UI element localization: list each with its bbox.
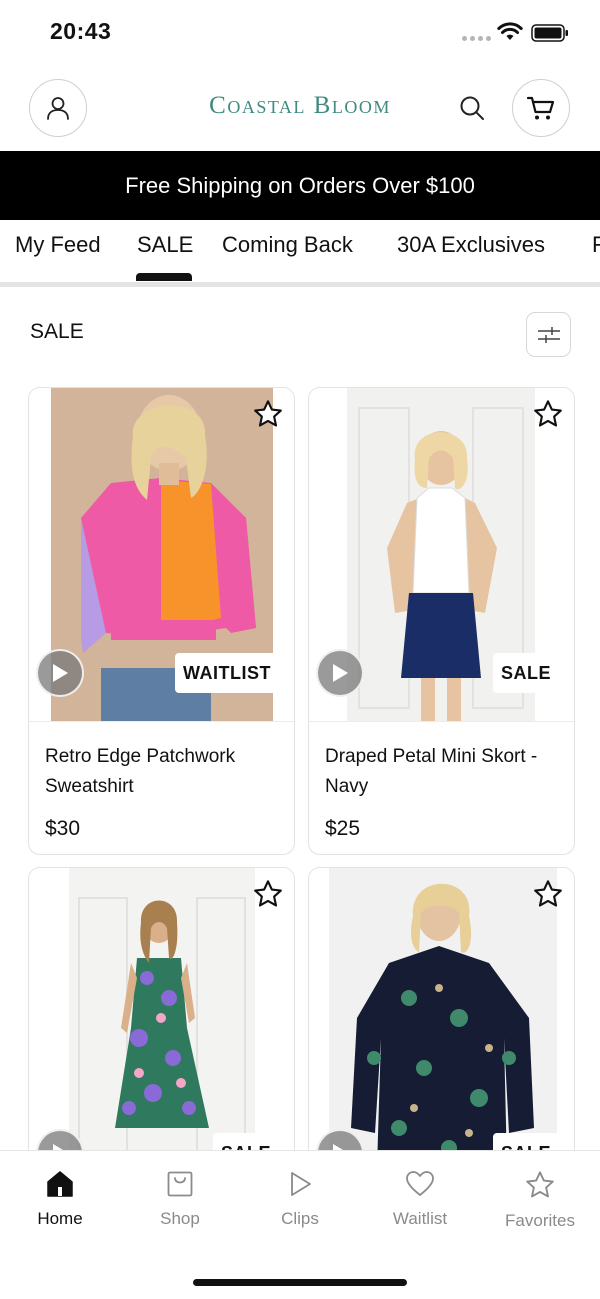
search-icon xyxy=(460,96,484,120)
filter-button[interactable] xyxy=(526,312,571,357)
nav-shop[interactable]: Shop xyxy=(120,1169,240,1229)
product-card[interactable]: WAITLIST Retro Edge Patchwork Sweatshirt… xyxy=(28,387,295,855)
home-indicator[interactable] xyxy=(193,1279,407,1286)
nav-favorites[interactable]: Favorites xyxy=(480,1169,600,1231)
nav-waitlist[interactable]: Waitlist xyxy=(360,1169,480,1229)
favorite-star-button[interactable] xyxy=(531,397,565,431)
nav-clips-label: Clips xyxy=(281,1209,319,1228)
app-header: Coastal Bloom xyxy=(0,66,600,151)
tab-30a-exclusives[interactable]: 30A Exclusives xyxy=(397,232,545,258)
user-icon xyxy=(47,97,69,120)
play-icon xyxy=(291,1172,311,1196)
nav-shop-label: Shop xyxy=(160,1209,200,1228)
tab-coming-back[interactable]: Coming Back xyxy=(222,232,353,258)
brand-logo[interactable]: Coastal Bloom xyxy=(150,92,450,120)
wifi-icon xyxy=(497,22,523,40)
play-video-button[interactable] xyxy=(316,649,364,697)
shopping-bag-icon xyxy=(167,1171,193,1197)
nav-clips[interactable]: Clips xyxy=(240,1169,360,1229)
account-button[interactable] xyxy=(29,79,87,137)
product-card[interactable]: SALE Draped Petal Mini Skort - Navy $25 xyxy=(308,387,575,855)
product-info: Retro Edge Patchwork Sweatshirt $30 xyxy=(29,721,294,854)
star-icon xyxy=(534,400,562,427)
tab-next[interactable]: F xyxy=(592,232,600,258)
tab-sale[interactable]: SALE xyxy=(137,232,193,258)
nav-waitlist-label: Waitlist xyxy=(392,1209,448,1228)
play-icon xyxy=(333,664,348,682)
product-price: $25 xyxy=(325,817,361,840)
nav-home-label: Home xyxy=(37,1209,83,1228)
star-icon xyxy=(254,400,282,427)
product-image[interactable]: WAITLIST xyxy=(29,388,294,721)
battery-icon xyxy=(531,24,568,42)
favorite-star-button[interactable] xyxy=(531,877,565,911)
status-badge: SALE xyxy=(492,653,559,693)
filter-sliders-icon xyxy=(537,326,560,343)
nav-home[interactable]: Home xyxy=(0,1169,120,1229)
promo-banner[interactable]: Free Shipping on Orders Over $100 xyxy=(0,151,600,220)
product-name[interactable]: Draped Petal Mini Skort - Navy xyxy=(325,742,558,802)
bottom-tab-bar: Home Shop Clips Waitlist Favorites xyxy=(0,1150,600,1299)
star-icon xyxy=(534,880,562,907)
search-button[interactable] xyxy=(456,92,488,124)
favorite-star-button[interactable] xyxy=(251,397,285,431)
product-price: $30 xyxy=(45,817,81,840)
star-icon xyxy=(254,880,282,907)
section-title: SALE xyxy=(30,320,84,343)
tabs-divider xyxy=(0,282,600,287)
play-icon xyxy=(53,664,68,682)
star-icon xyxy=(526,1171,554,1198)
cart-icon xyxy=(526,96,555,120)
tab-my-feed[interactable]: My Feed xyxy=(15,232,101,258)
heart-icon xyxy=(406,1171,434,1196)
category-tabs: My Feed SALE Coming Back 30A Exclusives … xyxy=(0,220,600,284)
status-bar: 20:43 xyxy=(0,0,600,66)
favorite-star-button[interactable] xyxy=(251,877,285,911)
nav-favorites-label: Favorites xyxy=(505,1211,575,1230)
status-time: 20:43 xyxy=(50,18,112,44)
status-badge: WAITLIST xyxy=(175,653,279,693)
cellular-signal-icon xyxy=(462,36,491,41)
active-tab-indicator xyxy=(136,273,192,281)
product-name[interactable]: Retro Edge Patchwork Sweatshirt xyxy=(45,742,278,802)
product-info: Draped Petal Mini Skort - Navy $25 xyxy=(309,721,574,854)
play-video-button[interactable] xyxy=(36,649,84,697)
home-icon xyxy=(47,1171,73,1197)
cart-button[interactable] xyxy=(512,79,570,137)
product-image[interactable]: SALE xyxy=(309,388,574,721)
